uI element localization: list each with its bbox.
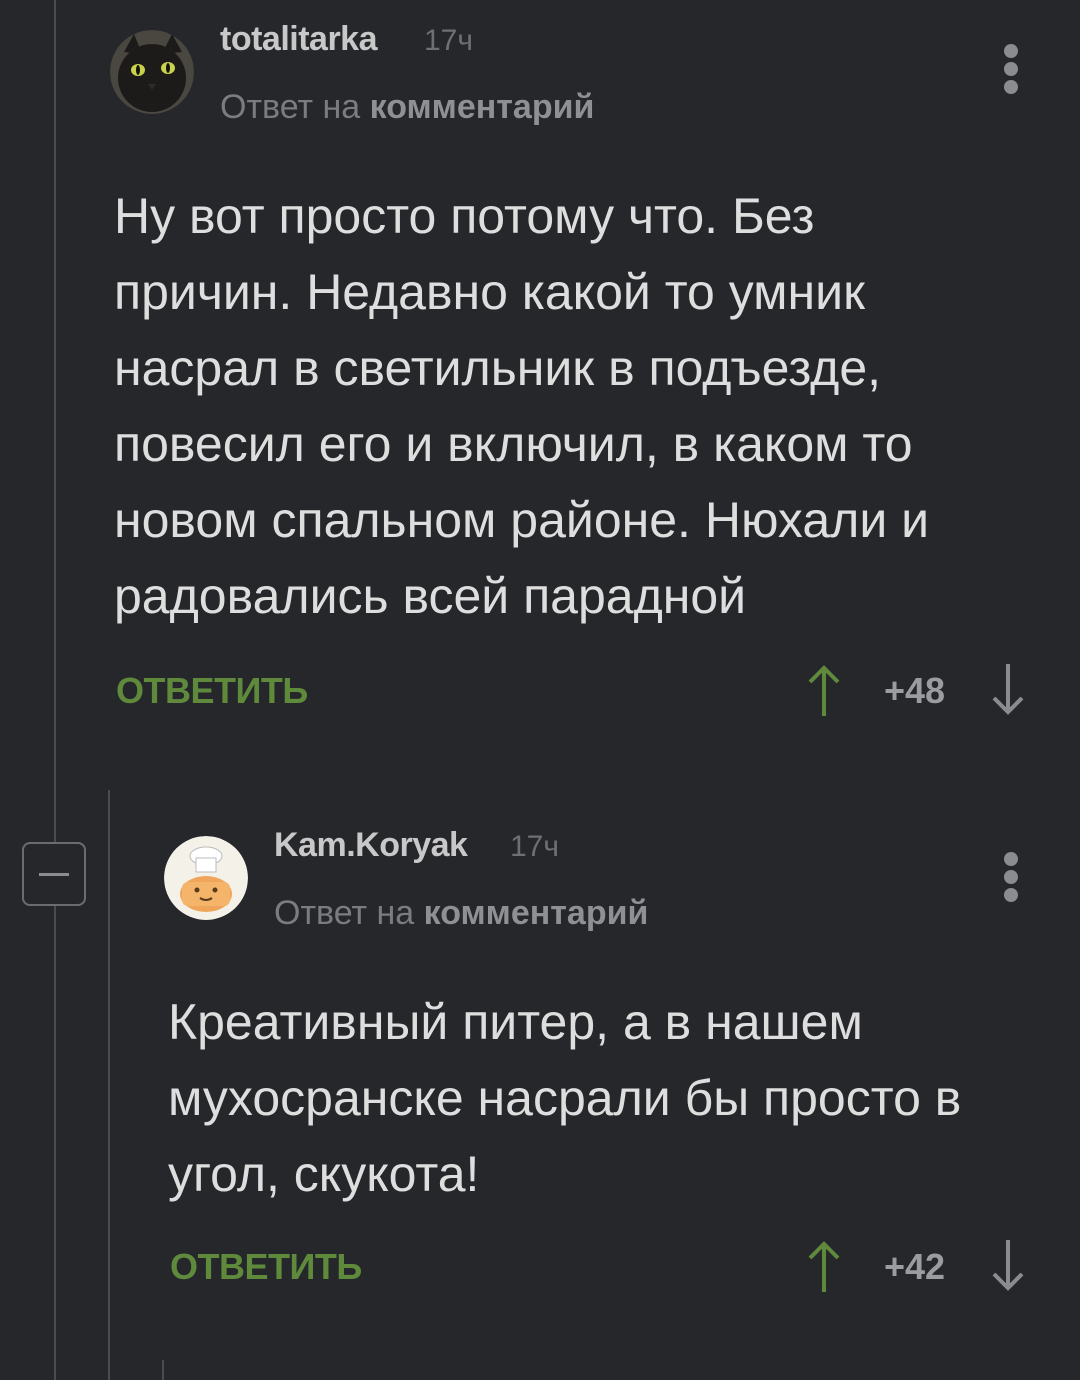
minus-icon <box>39 873 69 876</box>
reply-to-line: Ответ на комментарий <box>274 894 648 933</box>
comment-time: 17ч <box>424 24 473 57</box>
score: +42 <box>884 1246 946 1287</box>
more-vertical-icon[interactable] <box>996 40 1026 100</box>
thread-line-outer <box>54 0 56 1380</box>
arrow-up-icon[interactable] <box>804 662 844 718</box>
reply-to-link[interactable]: комментарий <box>370 88 595 126</box>
score: +48 <box>884 670 946 711</box>
thread-line-inner <box>108 790 110 1380</box>
arrow-up-icon[interactable] <box>804 1238 844 1294</box>
comment-time: 17ч <box>510 830 559 863</box>
reply-to-link[interactable]: комментарий <box>424 894 649 932</box>
comment-author[interactable]: totalitarka <box>220 20 378 59</box>
reply-button[interactable]: ОТВЕТИТЬ <box>116 670 308 712</box>
reply-to-prefix: Ответ на <box>274 894 415 932</box>
arrow-down-icon[interactable] <box>988 662 1028 718</box>
black-cat-avatar[interactable] <box>110 30 194 114</box>
reply-to-line: Ответ на комментарий <box>220 88 594 127</box>
reply-button[interactable]: ОТВЕТИТЬ <box>170 1246 362 1288</box>
thread-line-nested <box>162 1360 164 1380</box>
collapse-thread-button[interactable] <box>22 842 86 906</box>
comment-text: Креативный питер, а в нашем мухосранске … <box>168 994 962 1202</box>
comment-text: Ну вот просто потому что. Без причин. Не… <box>114 188 930 624</box>
comment-author[interactable]: Kam.Koryak <box>274 826 468 865</box>
reply-to-prefix: Ответ на <box>220 88 361 126</box>
arrow-down-icon[interactable] <box>988 1238 1028 1294</box>
more-vertical-icon[interactable] <box>996 848 1026 908</box>
chef-character-avatar[interactable] <box>164 836 248 920</box>
